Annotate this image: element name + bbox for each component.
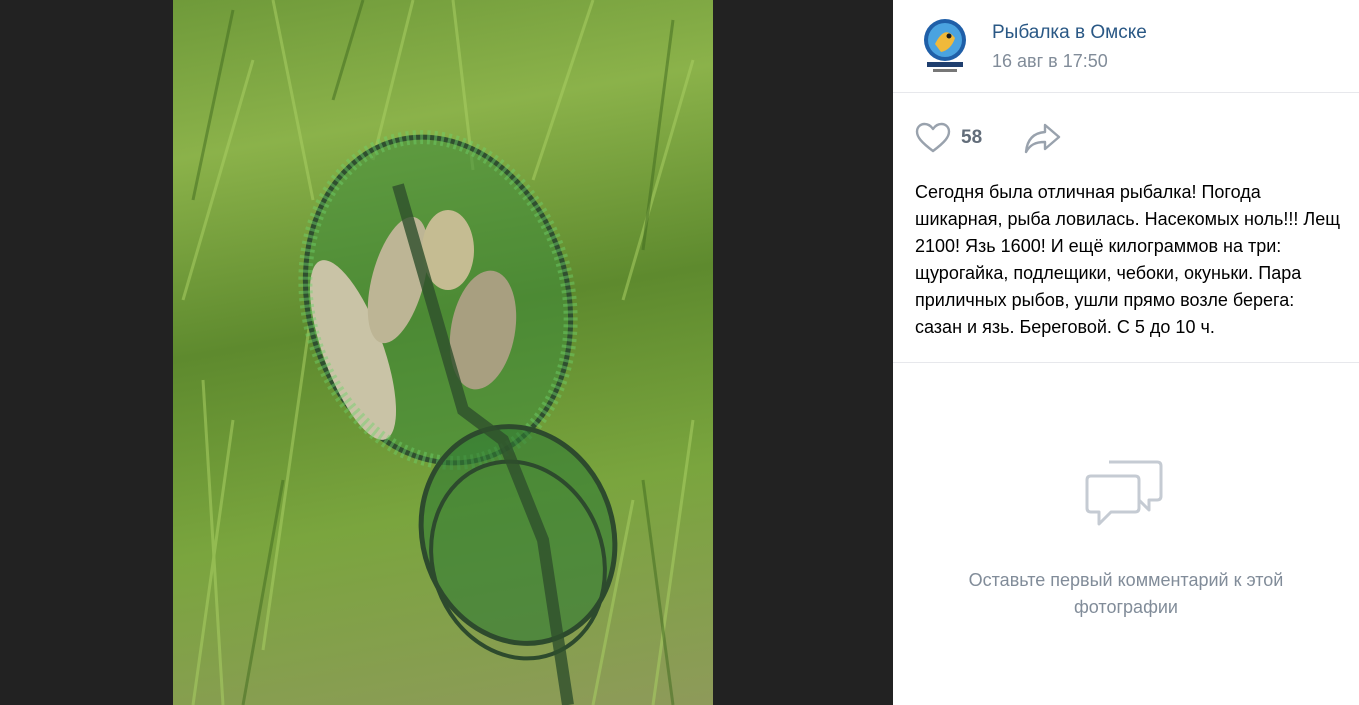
post-photo[interactable] — [173, 0, 713, 705]
photo-viewer — [0, 0, 893, 705]
like-button[interactable]: 58 — [915, 121, 982, 155]
empty-comments-text: Оставьте первый комментарий к этой фотог… — [968, 570, 1284, 617]
comments-empty-state: Оставьте первый комментарий к этой фотог… — [893, 363, 1359, 705]
group-avatar[interactable] — [921, 18, 969, 76]
heart-icon — [915, 122, 951, 153]
post-text: Сегодня была отличная рыбалка! Погода ши… — [915, 182, 1341, 337]
post-date[interactable]: 16 авг в 17:50 — [992, 51, 1108, 72]
post-sidebar: Рыбалка в Омске 16 авг в 17:50 58 Сегодн… — [893, 0, 1359, 705]
like-count: 58 — [961, 127, 983, 148]
group-name-link[interactable]: Рыбалка в Омске — [992, 22, 1147, 44]
post-actions: 58 — [893, 93, 1359, 179]
share-button[interactable] — [1023, 121, 1063, 155]
comments-icon — [1085, 460, 1163, 526]
share-icon — [1024, 123, 1061, 154]
fish-keepnet-photo — [181, 0, 695, 705]
post-header: Рыбалка в Омске 16 авг в 17:50 — [893, 0, 1359, 93]
